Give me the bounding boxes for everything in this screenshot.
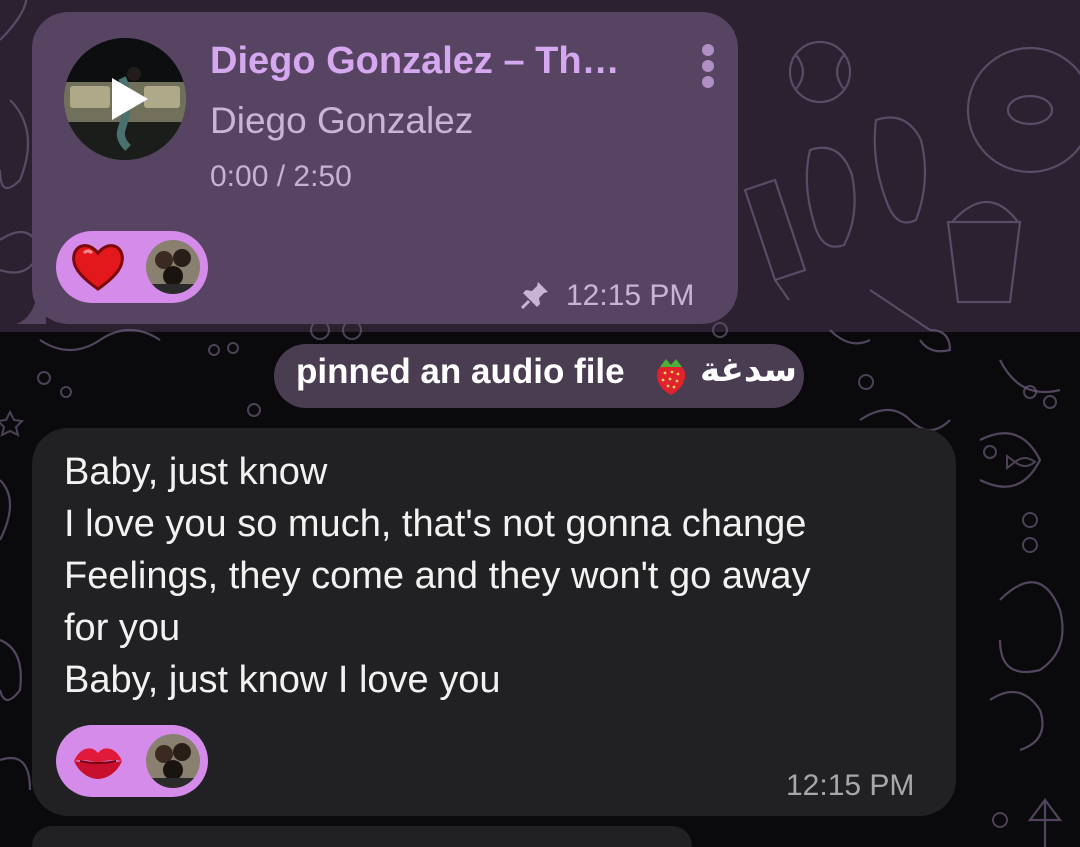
audio-message-timestamp: 12:15 PM <box>566 279 695 312</box>
track-title: Diego Gonzalez – Th… <box>210 40 620 82</box>
service-message-user-name[interactable]: سدغة <box>700 350 797 390</box>
red-heart-icon <box>72 244 124 291</box>
message-line: Feelings, they come and they won't go aw… <box>64 555 811 597</box>
text-message-timestamp: 12:15 PM <box>786 769 915 802</box>
heart-reaction-button[interactable] <box>56 231 208 303</box>
album-cover-thumbnail <box>64 38 186 160</box>
message-line: I love you so much, that's not gonna cha… <box>64 503 807 545</box>
more-options-icon[interactable] <box>694 42 722 90</box>
kiss-mark-icon <box>74 748 122 779</box>
track-artist: Diego Gonzalez <box>210 100 474 141</box>
message-line: for you <box>64 607 181 649</box>
message-line: Baby, just know I love you <box>64 659 501 701</box>
message-text: Baby, just know I love you so much, that… <box>64 446 944 706</box>
track-time: 0:00 / 2:50 <box>210 160 352 193</box>
kiss-reaction-button[interactable] <box>56 725 208 797</box>
pin-icon <box>520 282 548 310</box>
strawberry-icon <box>656 359 686 395</box>
next-message-bubble[interactable] <box>32 826 692 847</box>
chat-screen: Diego Gonzalez – Th… Diego Gonzalez 0:00… <box>0 0 1080 847</box>
audio-play-button[interactable] <box>64 38 186 160</box>
reactor-avatar <box>146 240 200 294</box>
service-message-text: pinned an audio file <box>296 352 625 391</box>
message-line: Baby, just know <box>64 451 328 493</box>
reactor-avatar <box>146 734 200 788</box>
